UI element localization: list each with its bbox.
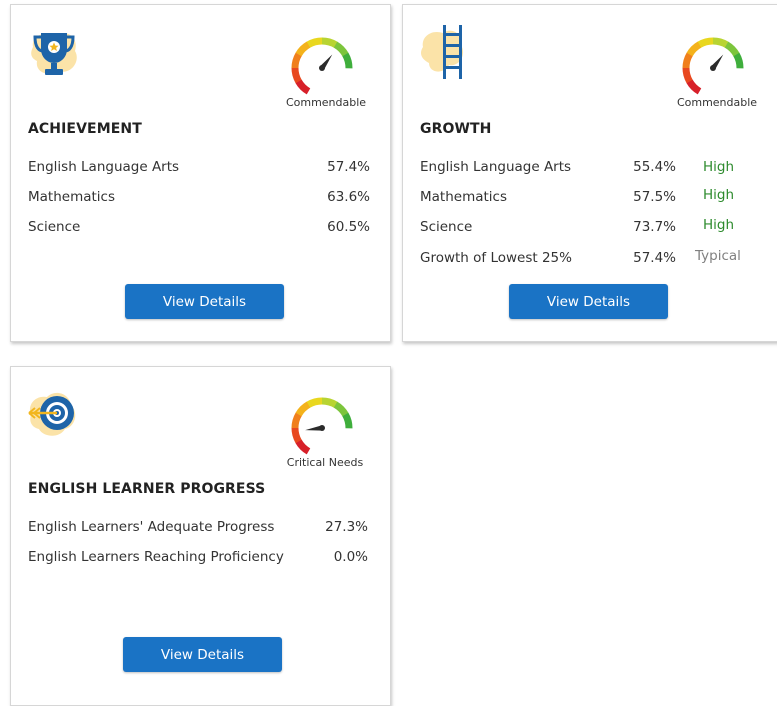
gauge-arc-segment [686,79,702,95]
metric-value: 63.6% [327,189,370,205]
gauge-label: Commendable [285,96,367,109]
metric-value: 57.5% [633,189,676,205]
gauge-arc-segment [321,397,338,408]
metric-label: English Language Arts [28,159,180,175]
trophy-icon [25,23,85,83]
english-learner-progress-card: Critical Needs ENGLISH LEARNER PROGRESS … [10,366,391,706]
gauge-arc-segment [682,52,693,69]
gauge-arc-segment [291,67,302,84]
gauge-arc-segment [333,401,349,417]
metric-value: 57.4% [327,159,370,175]
target-icon [25,385,85,445]
card-title: GROWTH [420,121,492,137]
gauge-arc-segment [342,52,353,69]
gauge-arc-segment [682,67,693,84]
gauge-hub [319,65,325,71]
gauge-arc-segment [291,412,302,429]
gauge-arc-segment [342,412,353,429]
metric-label: English Learners Reaching Proficiency [28,549,284,565]
rating-high: High [703,159,735,175]
metric-label: Science [420,219,473,235]
gauge-label: Commendable [676,96,758,109]
gauge-label: Critical Needs [286,456,364,469]
gauge-arc-segment [291,52,302,69]
card-title: ACHIEVEMENT [28,121,142,137]
gauge-arc-segment [321,37,338,48]
card-title: ENGLISH LEARNER PROGRESS [28,481,266,497]
metric-value: 55.4% [633,159,676,175]
view-details-button[interactable]: View Details [509,284,668,319]
rating-typical: Typical [695,248,741,264]
ladder-icon [417,23,477,83]
gauge-arc-segment [306,37,323,48]
metric-label: Science [28,219,81,235]
metric-value: 73.7% [633,219,676,235]
metric-label: English Learners' Adequate Progress [28,519,275,535]
gauge-arc-segment [733,52,744,69]
gauge-arc-segment [686,41,702,57]
gauge-hub [319,425,325,431]
rating-high: High [703,187,735,203]
performance-gauge [677,35,757,95]
achievement-card: Commendable ACHIEVEMENT English Language… [10,4,391,342]
gauge-arc-segment [295,41,311,57]
gauge-arc-segment [697,37,714,48]
gauge-arc-segment [724,41,740,57]
gauge-arc-segment [333,41,349,57]
metric-label: Mathematics [420,189,507,205]
gauge-arc-segment [295,439,311,455]
gauge-arc-segment [291,427,302,444]
gauge-arc-segment [295,401,311,417]
rating-high: High [703,217,735,233]
metric-label: Growth of Lowest 25% [420,250,572,266]
gauge-hub [710,65,716,71]
metric-label: English Language Arts [420,159,572,175]
gauge-arc-segment [295,79,311,95]
growth-card: Commendable GROWTH English Language Arts… [402,4,777,342]
metric-value: 0.0% [333,549,368,565]
gauge-arc-segment [712,37,729,48]
metric-label: Mathematics [28,189,115,205]
performance-gauge [286,395,366,455]
metric-value: 60.5% [327,219,370,235]
metric-value: 27.3% [325,519,368,535]
view-details-button[interactable]: View Details [123,637,282,672]
gauge-arc-segment [306,397,323,408]
view-details-button[interactable]: View Details [125,284,284,319]
performance-gauge [286,35,366,95]
metric-value: 57.4% [633,250,676,266]
